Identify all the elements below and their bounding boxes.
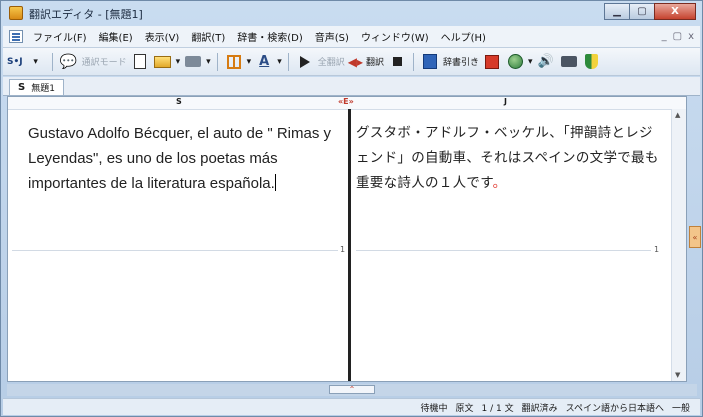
ruler-center-marker[interactable]: «E» bbox=[338, 97, 354, 106]
chevron-down-icon[interactable]: ▾ bbox=[528, 52, 533, 72]
play-icon[interactable] bbox=[295, 52, 315, 72]
target-segment-number: 1 bbox=[654, 245, 660, 254]
mdi-controls: _ ▢ x bbox=[662, 31, 700, 42]
document-icon[interactable] bbox=[9, 30, 23, 43]
scroll-down-icon[interactable]: ▼ bbox=[675, 371, 680, 379]
translation-editor: S «E» J Gustavo Adolfo Bécquer, el auto … bbox=[7, 96, 687, 382]
globe-icon[interactable] bbox=[505, 52, 525, 72]
menu-view[interactable]: 表示(V) bbox=[139, 29, 186, 44]
chevron-down-icon[interactable]: ▾ bbox=[277, 52, 282, 72]
status-category: 一般 bbox=[671, 403, 690, 414]
full-translate-button[interactable]: 全翻訳 bbox=[318, 52, 345, 72]
segment-separator bbox=[12, 250, 338, 251]
source-segment-number: 1 bbox=[340, 245, 346, 254]
target-end-mark: 。 bbox=[492, 175, 507, 191]
new-document-button[interactable] bbox=[130, 52, 150, 72]
bottom-splitter[interactable]: ⌃ bbox=[7, 384, 697, 396]
app-icon bbox=[9, 6, 23, 20]
stop-icon bbox=[392, 57, 402, 66]
interpret-mode-button[interactable]: 通訳モード bbox=[82, 52, 127, 72]
dictionary-lookup-button[interactable]: 辞書引き bbox=[443, 52, 479, 72]
source-text-pane[interactable]: Gustavo Adolfo Bécquer, el auto de " Rim… bbox=[28, 121, 343, 196]
vertical-scrollbar[interactable]: ▲ ▼ bbox=[671, 109, 686, 381]
text-caret bbox=[274, 174, 276, 191]
menu-help[interactable]: ヘルプ(H) bbox=[435, 29, 492, 44]
segment-separator bbox=[356, 250, 651, 251]
maximize-button[interactable]: ▢ bbox=[629, 3, 655, 20]
close-button[interactable]: X bbox=[654, 3, 696, 20]
keyboard-icon[interactable] bbox=[559, 52, 579, 72]
folder-icon bbox=[154, 55, 172, 68]
toolbar-separator bbox=[413, 52, 415, 71]
app-window: 翻訳エディタ - [無題1] ▁ ▢ X ファイル(F) 編集(E) 表示(V)… bbox=[0, 0, 703, 417]
document-tab-strip: S 無題1 bbox=[3, 77, 700, 96]
tab-label: 無題1 bbox=[31, 84, 55, 94]
toolbar-separator bbox=[287, 52, 289, 71]
mdi-restore-button[interactable]: ▢ bbox=[673, 31, 682, 42]
layout-button[interactable] bbox=[224, 52, 244, 72]
target-text-pane[interactable]: グスタボ・アドルフ・ベッケル、「押韻詩とレジェンド」の自動車、それはスペインの文… bbox=[356, 121, 666, 196]
pane-divider[interactable] bbox=[348, 109, 351, 381]
font-button[interactable]: A bbox=[254, 52, 274, 72]
menu-window[interactable]: ウィンドウ(W) bbox=[355, 29, 435, 44]
menu-bar: ファイル(F) 編集(E) 表示(V) 翻訳(T) 辞書・検索(D) 音声(S)… bbox=[3, 26, 700, 48]
translate-arrow-icon[interactable]: ◀▸ bbox=[348, 52, 363, 72]
tab-untitled-1[interactable]: S 無題1 bbox=[9, 79, 64, 95]
chevron-down-icon[interactable]: ▾ bbox=[26, 52, 46, 72]
translate-button[interactable]: 翻訳 bbox=[366, 52, 384, 72]
menu-file[interactable]: ファイル(F) bbox=[27, 29, 93, 44]
shield-icon[interactable] bbox=[582, 52, 602, 72]
columns-icon bbox=[226, 54, 241, 69]
scroll-up-icon[interactable]: ▲ bbox=[675, 111, 680, 119]
language-direction-button[interactable]: S•J bbox=[7, 52, 23, 72]
toolbar: S•J ▾ 💬 通訳モード ▾ ▾ ▾ A ▾ 全翻訳 ◀▸ 翻訳 辞書引き ▾… bbox=[3, 48, 700, 76]
status-bar: 待機中 原文 1 / 1 文 翻訳済み スペイン語から日本語へ 一般 bbox=[3, 398, 700, 415]
status-mode: 原文 bbox=[455, 403, 474, 414]
chevron-down-icon[interactable]: ▾ bbox=[247, 52, 252, 72]
speech-bubble-icon[interactable]: 💬 bbox=[59, 52, 79, 72]
new-document-icon bbox=[133, 54, 146, 69]
side-panel-toggle[interactable]: « bbox=[689, 226, 701, 248]
open-button[interactable] bbox=[153, 52, 173, 72]
menu-edit[interactable]: 編集(E) bbox=[93, 29, 139, 44]
status-sentence-count: 1 / 1 文 bbox=[481, 403, 514, 414]
stop-button[interactable] bbox=[387, 52, 407, 72]
mdi-close-button[interactable]: x bbox=[688, 31, 694, 42]
status-state: 待機中 bbox=[420, 403, 448, 414]
source-text[interactable]: Gustavo Adolfo Bécquer, el auto de " Rim… bbox=[28, 125, 331, 192]
status-direction: スペイン語から日本語へ bbox=[565, 403, 664, 414]
menu-voice[interactable]: 音声(S) bbox=[309, 29, 355, 44]
mdi-minimize-button[interactable]: _ bbox=[662, 31, 667, 42]
column-ruler: S «E» J bbox=[8, 97, 686, 110]
pane-marker: S bbox=[18, 82, 26, 93]
dictionary-book-icon[interactable] bbox=[420, 52, 440, 72]
window-title: 翻訳エディタ - [無題1] bbox=[29, 8, 143, 21]
window-controls: ▁ ▢ X bbox=[604, 3, 696, 21]
dictionary-tool-icon[interactable] bbox=[482, 52, 502, 72]
speaker-icon[interactable]: 🔊 bbox=[536, 52, 556, 72]
title-bar: 翻訳エディタ - [無題1] ▁ ▢ X bbox=[1, 1, 702, 25]
chevron-down-icon[interactable]: ▾ bbox=[176, 52, 181, 72]
status-translated: 翻訳済み bbox=[521, 403, 558, 414]
toolbar-separator bbox=[51, 52, 53, 71]
splitter-grip-icon[interactable]: ⌃ bbox=[329, 385, 375, 394]
minimize-button[interactable]: ▁ bbox=[604, 3, 630, 20]
chevron-down-icon[interactable]: ▾ bbox=[206, 52, 211, 72]
toolbar-separator bbox=[216, 52, 218, 71]
menu-dictionary-search[interactable]: 辞書・検索(D) bbox=[231, 29, 309, 44]
ruler-target-label: J bbox=[504, 97, 507, 106]
menu-translate[interactable]: 翻訳(T) bbox=[185, 29, 231, 44]
target-text[interactable]: グスタボ・アドルフ・ベッケル、「押韻詩とレジェンド」の自動車、それはスペインの文… bbox=[356, 125, 659, 191]
print-button[interactable] bbox=[183, 52, 203, 72]
printer-icon bbox=[185, 56, 202, 67]
ruler-source-label: S bbox=[176, 97, 182, 106]
